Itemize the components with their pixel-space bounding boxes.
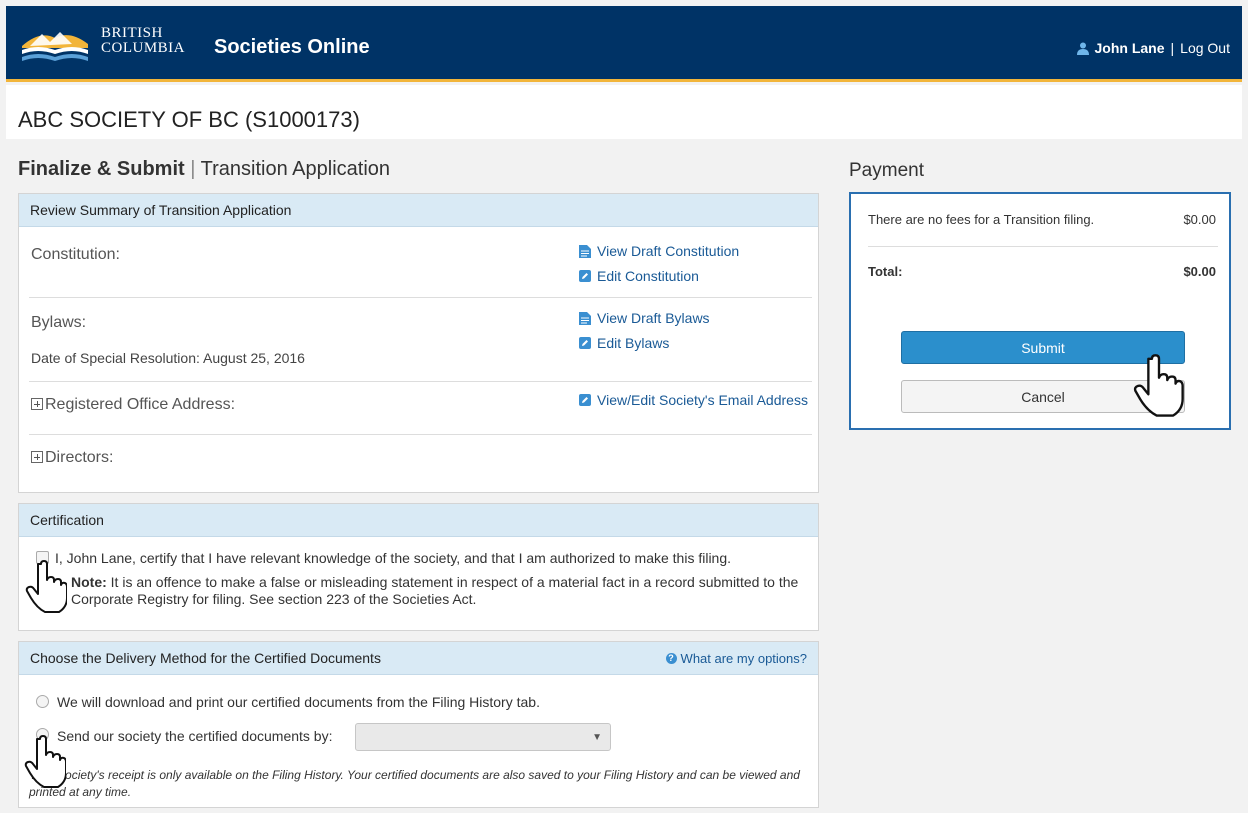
- pointer-hand-icon: [25, 560, 67, 613]
- registered-office-toggle[interactable]: Registered Office Address:: [31, 396, 235, 414]
- delivery-download-label: We will download and print our certified…: [57, 694, 540, 710]
- constitution-row: Constitution: View Draft Constitution Ed…: [29, 227, 812, 298]
- bylaws-row: Bylaws: Date of Special Resolution: Augu…: [29, 298, 812, 382]
- logo-line-columbia: COLUMBIA: [101, 40, 186, 56]
- pointer-hand-icon: [24, 735, 66, 788]
- fee-description: There are no fees for a Transition filin…: [868, 212, 1095, 227]
- certification-heading: Certification: [19, 504, 818, 537]
- document-icon: [579, 244, 591, 258]
- edit-constitution-link[interactable]: Edit Constitution: [579, 268, 699, 284]
- delivery-method-heading: Choose the Delivery Method for the Certi…: [19, 642, 818, 675]
- delivery-download-radio[interactable]: [36, 695, 49, 708]
- edit-icon: [579, 337, 591, 349]
- delivery-send-label: Send our society the certified documents…: [57, 728, 333, 744]
- certification-panel: Certification I, John Lane, certify that…: [18, 503, 819, 631]
- review-summary-heading: Review Summary of Transition Application: [19, 194, 818, 227]
- delivery-method-select[interactable]: ▼: [355, 723, 611, 751]
- user-icon: [1076, 42, 1089, 55]
- certification-heading-text: Certification: [30, 512, 104, 528]
- bylaws-label: Bylaws:: [31, 314, 87, 331]
- expand-plus-icon: [31, 451, 43, 463]
- edit-bylaws-label: Edit Bylaws: [597, 335, 670, 351]
- delivery-method-heading-text: Choose the Delivery Method for the Certi…: [30, 650, 381, 666]
- logout-link[interactable]: Log Out: [1180, 40, 1230, 56]
- edit-society-email-label: View/Edit Society's Email Address: [597, 392, 808, 408]
- page-title-separator: |: [190, 158, 196, 180]
- app-title[interactable]: Societies Online: [214, 36, 370, 59]
- payment-panel: There are no fees for a Transition filin…: [849, 192, 1231, 430]
- note-label: Note:: [71, 574, 107, 590]
- bc-government-logo: [22, 32, 88, 61]
- view-draft-bylaws-link[interactable]: View Draft Bylaws: [579, 310, 710, 326]
- edit-bylaws-link[interactable]: Edit Bylaws: [579, 335, 669, 351]
- certification-note: Note: It is an offence to make a false o…: [71, 574, 811, 608]
- pointer-hand-icon: [1133, 354, 1184, 417]
- view-draft-constitution-link[interactable]: View Draft Constitution: [579, 243, 739, 259]
- view-draft-bylaws-label: View Draft Bylaws: [597, 310, 710, 326]
- society-name: ABC SOCIETY OF BC (S1000173): [18, 107, 360, 132]
- receipt-note: Your Society's receipt is only available…: [29, 768, 800, 799]
- header-separator: |: [1170, 40, 1175, 56]
- user-area: John Lane | Log Out: [1076, 40, 1230, 56]
- constitution-label: Constitution:: [31, 246, 120, 263]
- logo-line-british: BRITISH: [101, 25, 163, 41]
- directors-label: Directors:: [45, 449, 114, 466]
- view-draft-constitution-label: View Draft Constitution: [597, 243, 740, 259]
- help-icon: ?: [665, 652, 677, 664]
- page-title: Finalize & Submit | Transition Applicati…: [18, 158, 390, 181]
- top-header-bar: BRITISH COLUMBIA Societies Online John L…: [6, 6, 1242, 82]
- page-title-bold: Finalize & Submit: [18, 158, 185, 180]
- special-resolution-date: Date of Special Resolution: August 25, 2…: [31, 350, 305, 366]
- note-text: It is an offence to make a false or misl…: [71, 574, 799, 607]
- review-summary-panel: Review Summary of Transition Application…: [18, 193, 819, 493]
- expand-plus-icon: [31, 398, 43, 410]
- fee-amount: $0.00: [1183, 212, 1216, 227]
- review-summary-heading-text: Review Summary of Transition Application: [30, 202, 292, 218]
- directors-toggle[interactable]: Directors:: [31, 449, 113, 467]
- edit-icon: [579, 270, 591, 282]
- edit-icon: [579, 394, 591, 406]
- what-are-my-options-link[interactable]: ? What are my options?: [665, 650, 807, 666]
- bc-logo-wordmark: BRITISH COLUMBIA: [101, 26, 185, 56]
- total-amount: $0.00: [1183, 264, 1216, 279]
- document-icon: [579, 311, 591, 325]
- edit-constitution-label: Edit Constitution: [597, 268, 699, 284]
- registered-office-row: Registered Office Address: View/Edit Soc…: [29, 382, 812, 435]
- delivery-method-panel: Choose the Delivery Method for the Certi…: [18, 641, 819, 808]
- what-are-my-options-label: What are my options?: [680, 650, 807, 666]
- edit-society-email-link[interactable]: View/Edit Society's Email Address: [579, 392, 808, 408]
- page-title-subtitle: Transition Application: [200, 158, 391, 180]
- user-name[interactable]: John Lane: [1095, 40, 1165, 56]
- payment-divider: [868, 246, 1218, 247]
- dropdown-arrow-icon: ▼: [592, 732, 602, 743]
- directors-row: Directors:: [29, 435, 812, 493]
- payment-heading: Payment: [849, 160, 924, 181]
- registered-office-label: Registered Office Address:: [45, 396, 236, 413]
- total-label: Total:: [868, 264, 903, 279]
- society-name-band: ABC SOCIETY OF BC (S1000173): [6, 85, 1242, 139]
- certification-statement: I, John Lane, certify that I have releva…: [55, 550, 732, 566]
